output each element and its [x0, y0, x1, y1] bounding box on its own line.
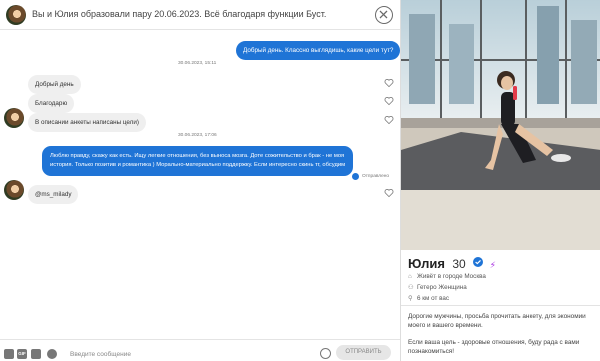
profile-orientation: ⚇ Гетеро Женщина [408, 284, 467, 291]
bio-line: Если ваша цель - здоровые отношения, буд… [408, 339, 580, 346]
message-outgoing: Люблю правду, скажу как есть. Ищу легкие… [42, 146, 354, 176]
match-avatar[interactable] [6, 5, 26, 25]
sender-avatar[interactable] [4, 180, 24, 200]
sticker-icon[interactable] [31, 349, 41, 359]
profile-bio-paragraph: Дорогие мужчины, просьба прочитать анкет… [408, 312, 594, 330]
message-line: Люблю правду, скажу как есть. Ищу легкие… [50, 153, 345, 159]
profile-bio-paragraph: Если ваша цель - здоровые отношения, буд… [408, 338, 594, 356]
match-title: Вы и Юлия образовали пару 20.06.2023. Вс… [32, 9, 327, 19]
profile-photo[interactable] [401, 0, 600, 250]
profile-distance: ⚲ 6 км от вас [408, 295, 450, 302]
profile-divider [401, 305, 600, 306]
music-icon[interactable] [47, 349, 57, 359]
sent-check-icon [352, 173, 359, 185]
close-icon [379, 10, 388, 19]
message-composer: GIF ОТПРАВИТЬ [0, 339, 400, 361]
heart-icon[interactable] [384, 96, 394, 106]
verified-icon [473, 257, 484, 267]
message-incoming: Благодарю [28, 94, 75, 113]
profile-city: ⌂ Живёт в городе Москва [408, 273, 486, 280]
gif-button[interactable]: GIF [17, 349, 27, 359]
sender-avatar[interactable] [4, 108, 24, 128]
photo-attach-icon[interactable] [4, 349, 14, 359]
emoji-icon[interactable] [320, 348, 331, 359]
message-timestamp: 30.06.2023, 17:06 [178, 133, 217, 138]
message-incoming: Добрый день [28, 75, 81, 94]
home-icon: ⌂ [408, 273, 412, 280]
gender-icon: ⚇ [408, 284, 414, 291]
message-timestamp: 30.06.2023, 15:11 [178, 61, 217, 66]
message-line: история. Только позитив и романтика ) Мо… [50, 162, 346, 168]
message-outgoing: Добрый день. Классно выглядишь, какие це… [236, 41, 401, 60]
bio-line: Дорогие мужчины, просьба прочитать анкет… [408, 313, 586, 320]
lightning-icon: ⚡ [489, 260, 496, 270]
chat-panel: Вы и Юлия образовали пару 20.06.2023. Вс… [0, 0, 401, 361]
profile-panel: Юлия 30 ⚡ ⌂ Живёт в городе Москва ⚇ Гетеро… [400, 0, 600, 361]
chat-header: Вы и Юлия образовали пару 20.06.2023. Вс… [0, 0, 400, 30]
heart-icon[interactable] [384, 188, 394, 198]
heart-icon[interactable] [384, 78, 394, 88]
bio-line: моего и вашего времени. [408, 322, 483, 329]
bio-line: познакомиться! [408, 348, 455, 355]
profile-name: Юлия [408, 256, 445, 271]
message-incoming: @ms_milady [28, 185, 79, 204]
message-list: Добрый день. Классно выглядишь, какие це… [0, 31, 401, 335]
location-pin-icon: ⚲ [408, 295, 413, 302]
heart-icon[interactable] [384, 115, 394, 125]
profile-name-row: Юлия 30 ⚡ [408, 255, 496, 273]
profile-age: 30 [452, 257, 466, 271]
sent-status: Отправлено [362, 174, 390, 179]
message-input[interactable] [70, 348, 310, 360]
close-chat-button[interactable] [375, 6, 393, 24]
message-incoming: В описании анкеты написаны цели) [28, 113, 146, 132]
send-button[interactable]: ОТПРАВИТЬ [336, 345, 391, 360]
